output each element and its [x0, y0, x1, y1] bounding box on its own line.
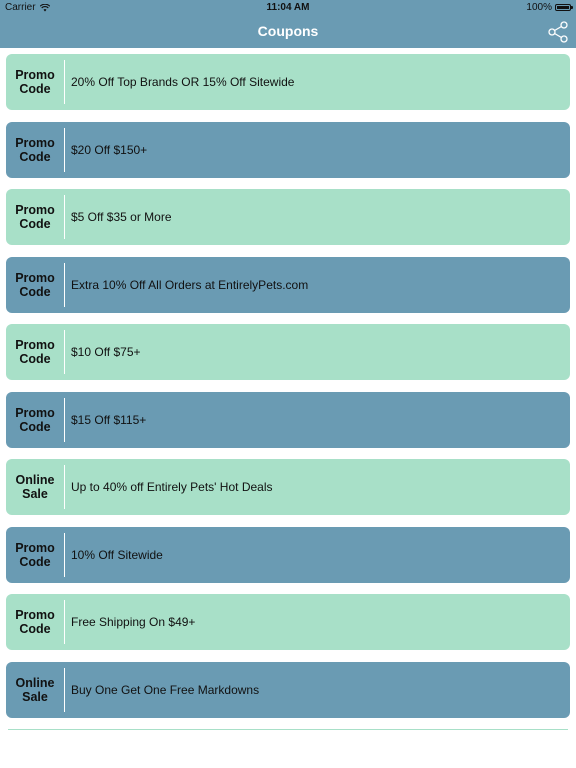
coupon-description: Free Shipping On $49+	[71, 615, 196, 629]
coupon-divider	[64, 127, 65, 172]
coupon-description: $20 Off $150+	[71, 142, 148, 157]
coupon-type-label: Promo Code	[15, 540, 55, 569]
coupon-row[interactable]: Online Sale Up to 40% off Entirely Pets' …	[6, 459, 570, 515]
coupon-type-label: Promo Code	[15, 608, 55, 636]
coupon-divider	[64, 397, 65, 442]
coupon-divider	[64, 600, 65, 644]
battery-percent: 100%	[526, 2, 552, 13]
coupon-row[interactable]: Promo Code 20% Off Top Brands OR 15% Off …	[6, 54, 570, 110]
coupon-type-label: Online Sale	[15, 675, 55, 704]
coupon-description: 10% Off Sitewide	[71, 547, 163, 562]
list-end-divider	[8, 729, 568, 730]
coupon-description: $15 Off $115+	[71, 412, 147, 427]
share-icon[interactable]	[546, 20, 570, 44]
coupon-row[interactable]: Promo Code $15 Off $115+	[6, 391, 570, 448]
page-title: Coupons	[257, 23, 319, 39]
coupon-divider	[64, 667, 65, 712]
coupon-description: $10 Off $75+	[71, 345, 141, 359]
coupon-divider	[64, 262, 65, 307]
coupon-divider	[64, 60, 65, 104]
battery-status: 100%	[526, 2, 573, 13]
coupon-divider	[64, 195, 65, 239]
coupon-divider	[64, 532, 65, 577]
coupon-type-label: Promo Code	[15, 68, 55, 96]
coupon-divider	[64, 330, 65, 374]
coupon-row[interactable]: Promo Code 10% Off Sitewide	[6, 526, 570, 583]
coupon-row[interactable]: Promo Code Extra 10% Off All Orders at En…	[6, 256, 570, 313]
coupon-description: $5 Off $35 or More	[71, 210, 172, 224]
coupon-description: Extra 10% Off All Orders at EntirelyPets…	[71, 277, 309, 292]
battery-icon	[555, 4, 573, 11]
coupon-divider	[64, 465, 65, 509]
coupon-row[interactable]: Online Sale Buy One Get One Free Markdown…	[6, 661, 570, 718]
coupon-type-label: Promo Code	[15, 338, 55, 366]
coupon-type-label: Online Sale	[15, 473, 55, 501]
coupon-type-label: Promo Code	[15, 405, 55, 434]
coupon-type-label: Promo Code	[15, 135, 55, 164]
coupon-row[interactable]: Promo Code $10 Off $75+	[6, 324, 570, 380]
coupon-description: Up to 40% off Entirely Pets' Hot Deals	[71, 480, 273, 494]
coupon-type-label: Promo Code	[15, 270, 55, 299]
coupon-row[interactable]: Promo Code $5 Off $35 or More	[6, 189, 570, 245]
status-bar: Carrier 11:04 AM 100%	[0, 0, 576, 16]
coupon-description: Buy One Get One Free Markdowns	[71, 682, 260, 697]
status-time: 11:04 AM	[266, 2, 310, 13]
coupon-type-label: Promo Code	[15, 203, 55, 231]
coupon-row[interactable]: Promo Code $20 Off $150+	[6, 121, 570, 178]
coupon-list: Promo Code 20% Off Top Brands OR 15% Off …	[6, 54, 570, 729]
coupon-description: 20% Off Top Brands OR 15% Off Sitewide	[71, 75, 295, 89]
coupon-row[interactable]: Promo Code Free Shipping On $49+	[6, 594, 570, 650]
navigation-bar: Coupons	[0, 16, 576, 48]
